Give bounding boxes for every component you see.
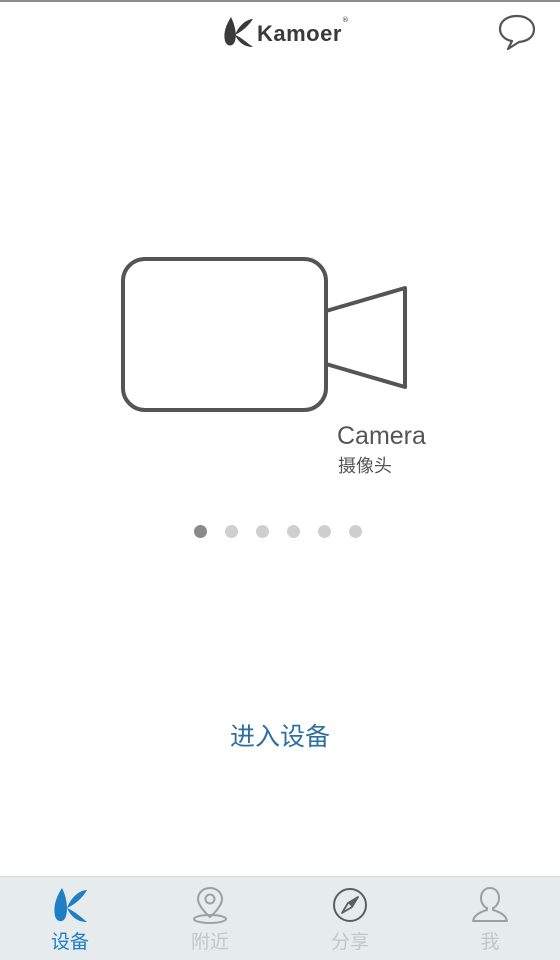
brand-logo: Kamoer ® (221, 12, 349, 52)
tab-devices[interactable]: 设备 (0, 877, 140, 960)
enter-device-button[interactable]: 进入设备 (180, 710, 380, 760)
video-camera-icon (121, 257, 407, 412)
app-screen: Kamoer ® Camera 摄像头 进入设备 设备 附近 分享 我 (0, 0, 560, 960)
page-dot[interactable] (318, 525, 331, 538)
page-dot[interactable] (225, 525, 238, 538)
slide-title: Camera (337, 422, 426, 450)
brand-name: Kamoer (257, 21, 342, 46)
slide-subtitle: 摄像头 (338, 456, 392, 477)
tab-share[interactable]: 分享 (280, 877, 420, 960)
page-dot[interactable] (287, 525, 300, 538)
tab-label: 设备 (50, 931, 89, 953)
page-dot[interactable] (194, 525, 207, 538)
tab-label: 我 (480, 931, 500, 953)
tab-label: 附近 (190, 931, 229, 953)
brand-registered-mark: ® (341, 16, 349, 24)
tab-nearby[interactable]: 附近 (140, 877, 280, 960)
message-button[interactable] (496, 12, 538, 52)
page-indicator (194, 525, 380, 538)
device-carousel[interactable]: Camera 摄像头 (0, 240, 560, 500)
user-icon (472, 887, 508, 922)
page-dot[interactable] (256, 525, 269, 538)
page-dot[interactable] (349, 525, 362, 538)
tab-label: 分享 (330, 931, 369, 953)
kamoer-logo-icon (224, 17, 253, 47)
bottom-tab-bar: 设备 附近 分享 我 (0, 876, 560, 960)
chat-bubble-icon (498, 14, 536, 51)
location-pin-icon (193, 886, 227, 924)
tab-me[interactable]: 我 (420, 877, 560, 960)
compass-icon (333, 888, 367, 922)
header: Kamoer ® (0, 2, 560, 62)
kamoer-logo-icon (54, 888, 87, 922)
